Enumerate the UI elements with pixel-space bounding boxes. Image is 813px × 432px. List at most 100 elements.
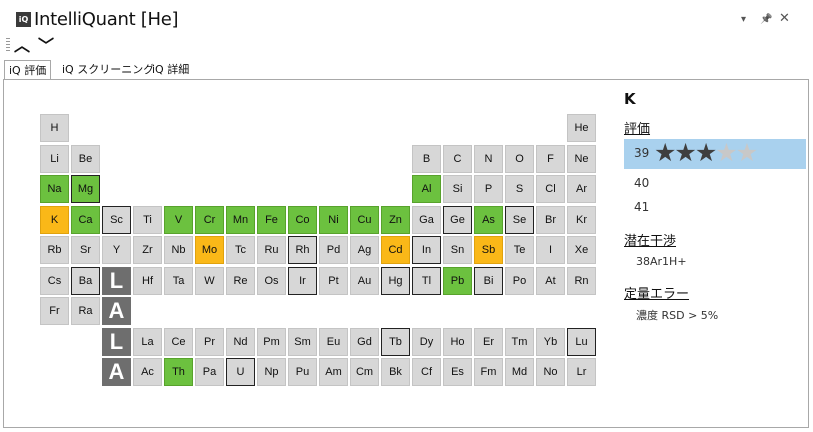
interference-heading[interactable]: 潜在干渉 [624,230,676,249]
element-ga[interactable]: Ga [412,206,441,234]
element-kr[interactable]: Kr [567,206,596,234]
element-o[interactable]: O [505,145,534,173]
element-tm[interactable]: Tm [505,328,534,356]
element-se[interactable]: Se [505,206,534,234]
element-w[interactable]: W [195,267,224,295]
element-k[interactable]: K [40,206,69,234]
element-al[interactable]: Al [412,175,441,203]
element-bk[interactable]: Bk [381,358,410,386]
element-tb[interactable]: Tb [381,328,410,356]
element-gd[interactable]: Gd [350,328,379,356]
tab-iq-screening[interactable]: iQ スクリーニング [58,60,158,79]
rating-heading[interactable]: 評価 [624,118,650,137]
element-in[interactable]: In [412,236,441,264]
element-pr[interactable]: Pr [195,328,224,356]
grip-handle[interactable] [6,38,10,52]
element-y[interactable]: Y [102,236,131,264]
element-ra[interactable]: Ra [71,297,100,325]
element-pu[interactable]: Pu [288,358,317,386]
element-fe[interactable]: Fe [257,206,286,234]
element-xe[interactable]: Xe [567,236,596,264]
element-cf[interactable]: Cf [412,358,441,386]
element-sc[interactable]: Sc [102,206,131,234]
element-at[interactable]: At [536,267,565,295]
element-mo[interactable]: Mo [195,236,224,264]
element-bi[interactable]: Bi [474,267,503,295]
element-es[interactable]: Es [443,358,472,386]
element-pm[interactable]: Pm [257,328,286,356]
element-pt[interactable]: Pt [319,267,348,295]
element-he[interactable]: He [567,114,596,142]
element-rb[interactable]: Rb [40,236,69,264]
element-cl[interactable]: Cl [536,175,565,203]
element-sb[interactable]: Sb [474,236,503,264]
element-c[interactable]: C [443,145,472,173]
element-ba[interactable]: Ba [71,267,100,295]
element-er[interactable]: Er [474,328,503,356]
element-yb[interactable]: Yb [536,328,565,356]
element-lu[interactable]: Lu [567,328,596,356]
element-la[interactable]: La [133,328,162,356]
dropdown-icon[interactable]: ▾ [741,14,746,25]
element-ge[interactable]: Ge [443,206,472,234]
element-ru[interactable]: Ru [257,236,286,264]
element-cu[interactable]: Cu [350,206,379,234]
element-ar[interactable]: Ar [567,175,596,203]
element-ho[interactable]: Ho [443,328,472,356]
element-tc[interactable]: Tc [226,236,255,264]
element-hf[interactable]: Hf [133,267,162,295]
element-np[interactable]: Np [257,358,286,386]
element-si[interactable]: Si [443,175,472,203]
element-sm[interactable]: Sm [288,328,317,356]
element-pb[interactable]: Pb [443,267,472,295]
element-zr[interactable]: Zr [133,236,162,264]
element-li[interactable]: Li [40,145,69,173]
element-md[interactable]: Md [505,358,534,386]
element-ac[interactable]: Ac [133,358,162,386]
element-be[interactable]: Be [71,145,100,173]
element-ag[interactable]: Ag [350,236,379,264]
element-h[interactable]: H [40,114,69,142]
element-au[interactable]: Au [350,267,379,295]
element-p[interactable]: P [474,175,503,203]
element-ta[interactable]: Ta [164,267,193,295]
element-sr[interactable]: Sr [71,236,100,264]
element-nb[interactable]: Nb [164,236,193,264]
element-u[interactable]: U [226,358,255,386]
element-s[interactable]: S [505,175,534,203]
element-th[interactable]: Th [164,358,193,386]
element-pd[interactable]: Pd [319,236,348,264]
element-n[interactable]: N [474,145,503,173]
element-fm[interactable]: Fm [474,358,503,386]
pin-icon[interactable]: 📌 [760,14,772,25]
element-mg[interactable]: Mg [71,175,100,203]
element-ce[interactable]: Ce [164,328,193,356]
element-te[interactable]: Te [505,236,534,264]
element-ti[interactable]: Ti [133,206,162,234]
element-nd[interactable]: Nd [226,328,255,356]
element-na[interactable]: Na [40,175,69,203]
element-tl[interactable]: Tl [412,267,441,295]
element-po[interactable]: Po [505,267,534,295]
tab-iq-details[interactable]: iQ 詳細 [148,60,193,79]
rating-row[interactable]: 39 ★★★★★ [624,139,806,169]
element-b[interactable]: B [412,145,441,173]
element-ne[interactable]: Ne [567,145,596,173]
element-am[interactable]: Am [319,358,348,386]
element-v[interactable]: V [164,206,193,234]
element-cm[interactable]: Cm [350,358,379,386]
element-no[interactable]: No [536,358,565,386]
chevron-up-icon[interactable]: ︿ [14,32,30,56]
element-mn[interactable]: Mn [226,206,255,234]
element-pa[interactable]: Pa [195,358,224,386]
close-icon[interactable]: ✕ [779,11,790,26]
element-f[interactable]: F [536,145,565,173]
element-fr[interactable]: Fr [40,297,69,325]
element-br[interactable]: Br [536,206,565,234]
element-ca[interactable]: Ca [71,206,100,234]
element-cr[interactable]: Cr [195,206,224,234]
element-ni[interactable]: Ni [319,206,348,234]
element-rn[interactable]: Rn [567,267,596,295]
chevron-down-icon[interactable]: ﹀ [38,32,54,56]
element-os[interactable]: Os [257,267,286,295]
